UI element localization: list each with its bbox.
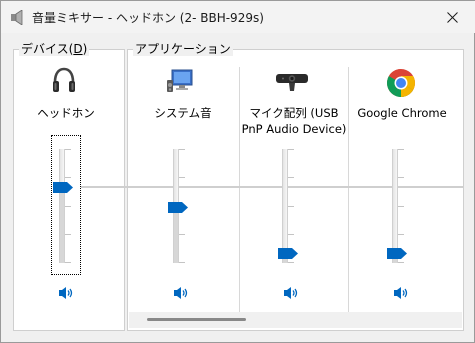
close-icon — [446, 11, 458, 23]
system-sounds-volume-thumb[interactable] — [168, 202, 188, 213]
column-divider — [348, 67, 349, 313]
chrome-mute-speaker-icon[interactable] — [393, 285, 409, 301]
app-name: システム音 — [154, 106, 212, 120]
chrome-volume-ticks — [398, 149, 404, 263]
app-name: マイク配列 (USB PnP Audio Device) — [241, 106, 347, 136]
webcam-mic-icon — [276, 74, 308, 91]
device-mute-speaker-icon[interactable] — [58, 285, 74, 301]
device-volume-fill — [60, 183, 64, 263]
mic-array-mute-speaker-icon[interactable] — [283, 285, 299, 301]
device-group-label: デバイス(D) — [19, 42, 90, 56]
app-name: Google Chrome — [357, 106, 447, 120]
column-divider — [239, 67, 240, 313]
close-button[interactable] — [429, 1, 475, 33]
mic-array-volume-ticks — [288, 149, 294, 263]
applications-group-label: アプリケーション — [133, 42, 233, 56]
chrome-volume-thumb[interactable] — [387, 248, 407, 259]
peak-meter-line — [81, 186, 464, 188]
horizontal-scrollbar[interactable] — [129, 312, 462, 328]
window-title: 音量ミキサー - ヘッドホン (2- BBH-929s) — [32, 11, 264, 25]
system-sounds-icon — [167, 69, 193, 92]
device-volume-ticks — [65, 149, 71, 263]
title-bar: 音量ミキサー - ヘッドホン (2- BBH-929s) — [1, 1, 475, 33]
system-sounds-mute-speaker-icon[interactable] — [173, 285, 189, 301]
volume-mixer-window: 音量ミキサー - ヘッドホン (2- BBH-929s) デバイス(D) アプリ… — [0, 0, 475, 343]
speaker-icon — [11, 10, 23, 25]
chrome-icon — [387, 69, 415, 97]
device-volume-thumb[interactable] — [53, 182, 73, 193]
mic-array-volume-thumb[interactable] — [278, 248, 298, 259]
scrollbar-thumb[interactable] — [147, 318, 246, 321]
headphones-icon — [53, 67, 75, 92]
device-name: ヘッドホン — [37, 106, 95, 120]
